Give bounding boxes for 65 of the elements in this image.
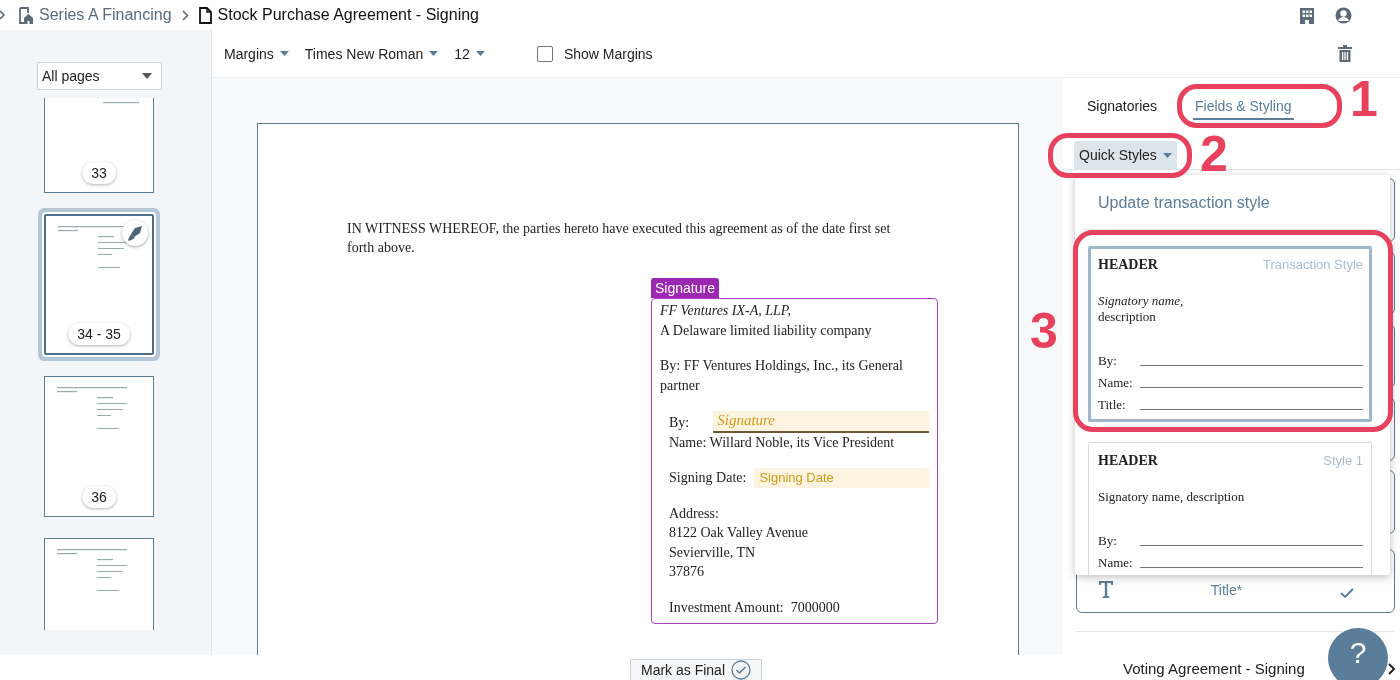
- page-title: Stock Purchase Agreement - Signing: [217, 6, 479, 24]
- by-line: By: FF Ventures Holdings, Inc., its General partner: [660, 357, 904, 395]
- address-line: Sevierville, TN: [668, 543, 757, 562]
- signature-tag: Signature: [651, 278, 719, 298]
- check-circle-icon: [731, 660, 752, 680]
- address-line: 37876: [668, 563, 705, 581]
- font-size-dropdown[interactable]: 12: [454, 45, 485, 62]
- signatory-text: Signatory name, description: [1098, 489, 1246, 505]
- style-name: Style 1: [1323, 453, 1363, 469]
- page-thumbnail[interactable]: 36: [44, 376, 154, 517]
- margins-dropdown[interactable]: Margins: [224, 45, 289, 62]
- page-thumbnail[interactable]: 33: [44, 98, 154, 193]
- line-label: Name:: [1098, 375, 1134, 391]
- style-header: HEADER: [1098, 257, 1158, 273]
- step-number: 1: [1350, 74, 1378, 124]
- text-format-icon: [1099, 581, 1113, 598]
- trash-icon[interactable]: [1338, 45, 1352, 62]
- address-line: Address:: [668, 504, 720, 523]
- step-number: 3: [1030, 306, 1058, 356]
- user-icon[interactable]: [1335, 6, 1352, 24]
- date-label: Signing Date:: [669, 469, 747, 487]
- page-text-drawing: [57, 387, 127, 429]
- style-option[interactable]: HEADER Transaction Style Signatory name, description By: Name: Title:: [1088, 246, 1372, 422]
- document-icon: [198, 6, 212, 24]
- caret-icon: [1162, 152, 1172, 158]
- checkbox-label[interactable]: Show Margins: [563, 45, 653, 62]
- style-header: HEADER: [1098, 453, 1158, 469]
- paragraph: IN WITNESS WHEREOF, the parties hereto have executed this agreement as of the date first set forth above.: [347, 220, 892, 257]
- signatory-text: Signatory name,: [1098, 293, 1185, 309]
- page-text-drawing: [57, 549, 127, 591]
- line-label: Name:: [1098, 555, 1134, 571]
- by-label: By:: [669, 414, 690, 432]
- line-label: Title:: [1098, 397, 1127, 413]
- page-number: 34 - 35: [68, 323, 130, 345]
- name-line: Name: Willard Noble, its Vice President: [668, 433, 896, 452]
- entity-description: A Delaware limited liability company: [660, 321, 873, 340]
- field-label: Title*: [1210, 582, 1243, 598]
- font-dropdown[interactable]: Times New Roman: [304, 45, 439, 62]
- line-label: By:: [1098, 353, 1118, 369]
- line-label: By:: [1098, 533, 1118, 549]
- pages-dropdown[interactable]: All pages: [37, 62, 162, 90]
- chevron-icon: [0, 10, 6, 20]
- tab[interactable]: Signatories: [1087, 98, 1158, 118]
- tab[interactable]: Fields & Styling: [1193, 98, 1294, 120]
- style-name: Transaction Style: [1263, 257, 1363, 273]
- caret-icon: [475, 51, 485, 56]
- address-line: 8122 Oak Valley Avenue: [668, 524, 810, 542]
- style-option[interactable]: HEADER Style 1 Signatory name, description By: Name:: [1088, 442, 1372, 575]
- breadcrumb-link[interactable]: Series A Financing: [39, 6, 172, 24]
- next-document-link[interactable]: Voting Agreement - Signing: [1123, 660, 1305, 677]
- entity-name: FF Ventures IX-A, LLP,: [660, 302, 793, 320]
- chevron-icon: [1388, 663, 1396, 675]
- signatory-text: description: [1098, 309, 1157, 325]
- building-icon[interactable]: [1299, 6, 1315, 24]
- folder-home-icon: [18, 6, 33, 24]
- checkbox[interactable]: [536, 45, 553, 62]
- page-number: 33: [82, 162, 116, 184]
- quick-styles-button[interactable]: Quick Styles: [1074, 141, 1177, 169]
- caret-icon: [279, 51, 289, 56]
- page-number: 36: [82, 486, 116, 508]
- caret-icon: [142, 73, 152, 79]
- investment-line: Investment Amount: 7000000: [668, 598, 841, 617]
- caret-icon: [429, 51, 439, 56]
- mark-final-button[interactable]: Mark as Final: [630, 659, 763, 680]
- chevron-icon: [181, 9, 189, 21]
